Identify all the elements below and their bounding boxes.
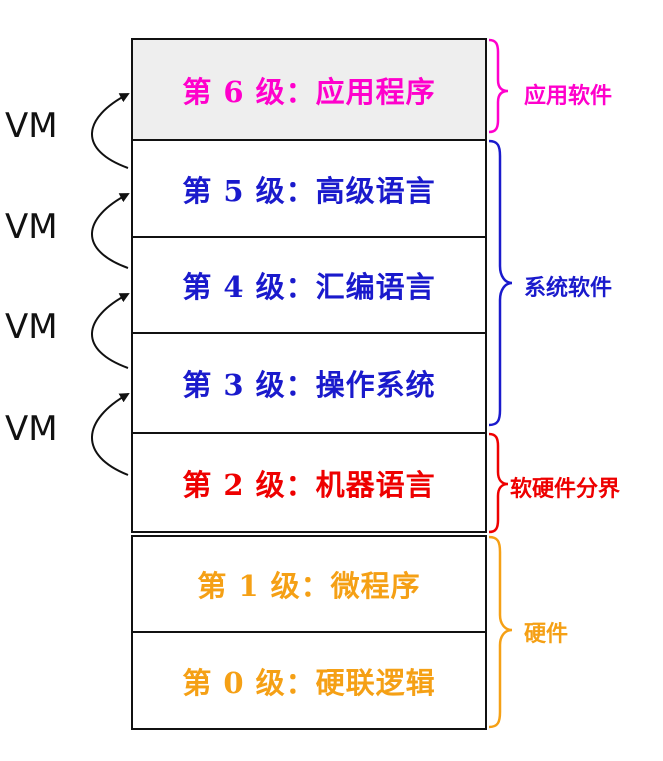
vm-arrow-4 xyxy=(91,393,130,476)
brace-hw-sw-boundary xyxy=(488,432,509,534)
vm-arrow-2 xyxy=(91,193,130,269)
brace-system-software xyxy=(488,139,513,427)
brace-application-software xyxy=(488,38,509,134)
group-label-system-software: 系统软件 xyxy=(524,276,613,301)
brace-hardware xyxy=(488,535,513,729)
group-label-application-software: 应用软件 xyxy=(524,84,613,109)
group-label-hw-sw-boundary: 软硬件分界 xyxy=(510,477,621,502)
vm-arrow-3 xyxy=(91,293,130,369)
level-diagram: 第 6 级：应用程序 第 5 级：高级语言 第 4 级：汇编语言 第 3 级：操… xyxy=(0,0,663,761)
vm-arrow-1 xyxy=(91,93,130,169)
group-label-hardware: 硬件 xyxy=(524,622,569,647)
